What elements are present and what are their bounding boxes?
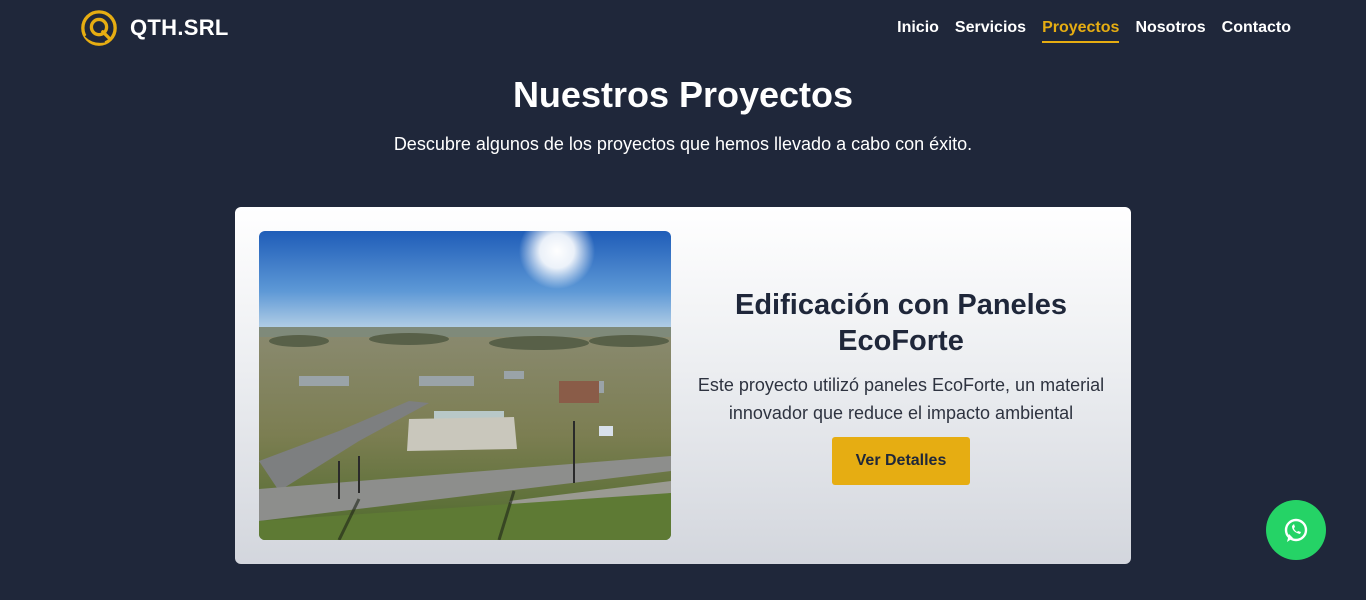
aerial-construction-site-photo xyxy=(259,231,671,540)
nav-item-proyectos[interactable]: Proyectos xyxy=(1042,19,1120,43)
whatsapp-icon xyxy=(1284,518,1308,542)
nav-item-contacto[interactable]: Contacto xyxy=(1222,19,1291,41)
details-button[interactable]: Ver Detalles xyxy=(832,437,970,485)
brand-name: QTH.SRL xyxy=(130,15,229,40)
project-info: Edificación con Paneles EcoForte Este pr… xyxy=(695,287,1107,485)
page-subtitle: Descubre algunos de los proyectos que he… xyxy=(393,134,973,154)
navbar: QTH.SRL Inicio Servicios Proyectos Nosot… xyxy=(0,0,1366,60)
nav-item-inicio[interactable]: Inicio xyxy=(897,19,939,41)
project-title: Edificación con Paneles EcoForte xyxy=(735,289,1067,357)
nav-item-servicios[interactable]: Servicios xyxy=(955,19,1026,41)
project-image xyxy=(259,231,671,540)
nav-item-nosotros[interactable]: Nosotros xyxy=(1135,19,1205,41)
brand-home-link[interactable]: QTH.SRL xyxy=(80,8,229,48)
project-description: Este proyecto utilizó paneles EcoForte, … xyxy=(697,375,1105,423)
main-nav: Inicio Servicios Proyectos Nosotros Cont… xyxy=(897,19,1291,43)
q-ring-logo-icon xyxy=(81,10,117,46)
whatsapp-button[interactable] xyxy=(1266,500,1326,560)
project-card: Edificación con Paneles EcoForte Este pr… xyxy=(235,207,1131,564)
page-title: Nuestros Proyectos xyxy=(512,74,854,115)
